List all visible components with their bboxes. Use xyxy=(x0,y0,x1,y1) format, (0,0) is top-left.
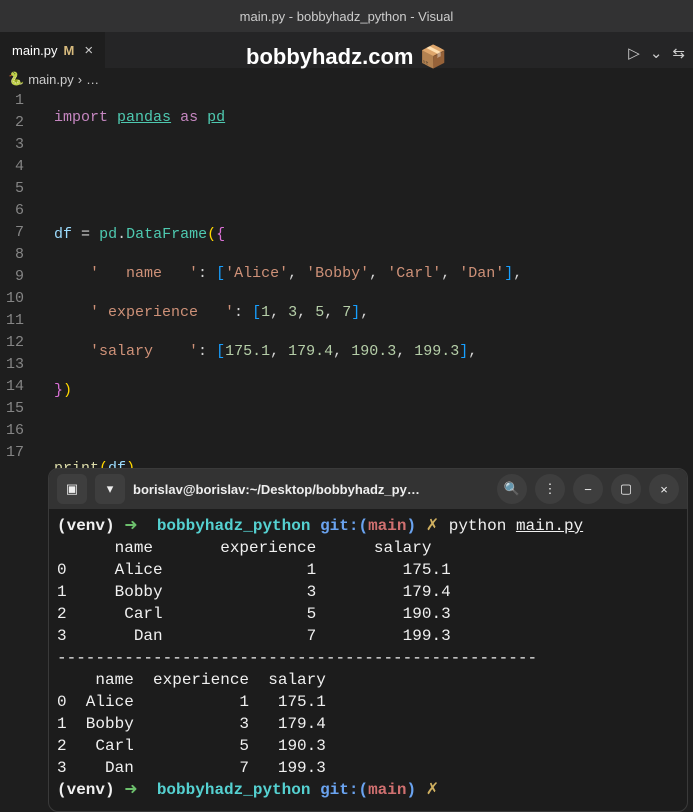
line-numbers: 1234567891011121314151617 xyxy=(0,90,36,787)
breadcrumb-more: … xyxy=(86,72,99,87)
run-icon[interactable]: ▷ xyxy=(628,44,640,63)
python-file-icon: 🐍 xyxy=(8,71,24,87)
breadcrumb[interactable]: 🐍 main.py › … xyxy=(0,68,693,90)
terminal-title: borislav@borislav:~/Desktop/bobbyhadz_py… xyxy=(133,482,489,497)
tab-modified-icon: M xyxy=(64,43,75,58)
breadcrumb-sep: › xyxy=(78,72,82,87)
tab-main-py[interactable]: main.py M × xyxy=(0,32,105,68)
terminal-output[interactable]: (venv) ➜ bobbyhadz_python git:(main) ✗ p… xyxy=(49,509,687,811)
editor-actions: ▷ ⌄ ⇆ xyxy=(628,44,685,63)
new-tab-icon[interactable]: ▣ xyxy=(57,474,87,504)
terminal-window: ▣ ▾ borislav@borislav:~/Desktop/bobbyhad… xyxy=(48,468,688,812)
minimize-icon[interactable]: − xyxy=(573,474,603,504)
window-title: main.py - bobbyhadz_python - Visual xyxy=(240,9,454,24)
dropdown-icon[interactable]: ▾ xyxy=(95,474,125,504)
maximize-icon[interactable]: ▢ xyxy=(611,474,641,504)
terminal-header[interactable]: ▣ ▾ borislav@borislav:~/Desktop/bobbyhad… xyxy=(49,469,687,509)
tab-close-icon[interactable]: × xyxy=(80,42,97,59)
split-icon[interactable]: ⇆ xyxy=(672,44,685,63)
tab-bar: main.py M × xyxy=(0,32,693,68)
close-icon[interactable]: × xyxy=(649,474,679,504)
menu-icon[interactable]: ⋮ xyxy=(535,474,565,504)
window-titlebar: main.py - bobbyhadz_python - Visual xyxy=(0,0,693,32)
breadcrumb-file: main.py xyxy=(28,72,74,87)
search-icon[interactable]: 🔍 xyxy=(497,474,527,504)
tab-label: main.py xyxy=(12,43,58,58)
run-dropdown-icon[interactable]: ⌄ xyxy=(650,44,663,63)
